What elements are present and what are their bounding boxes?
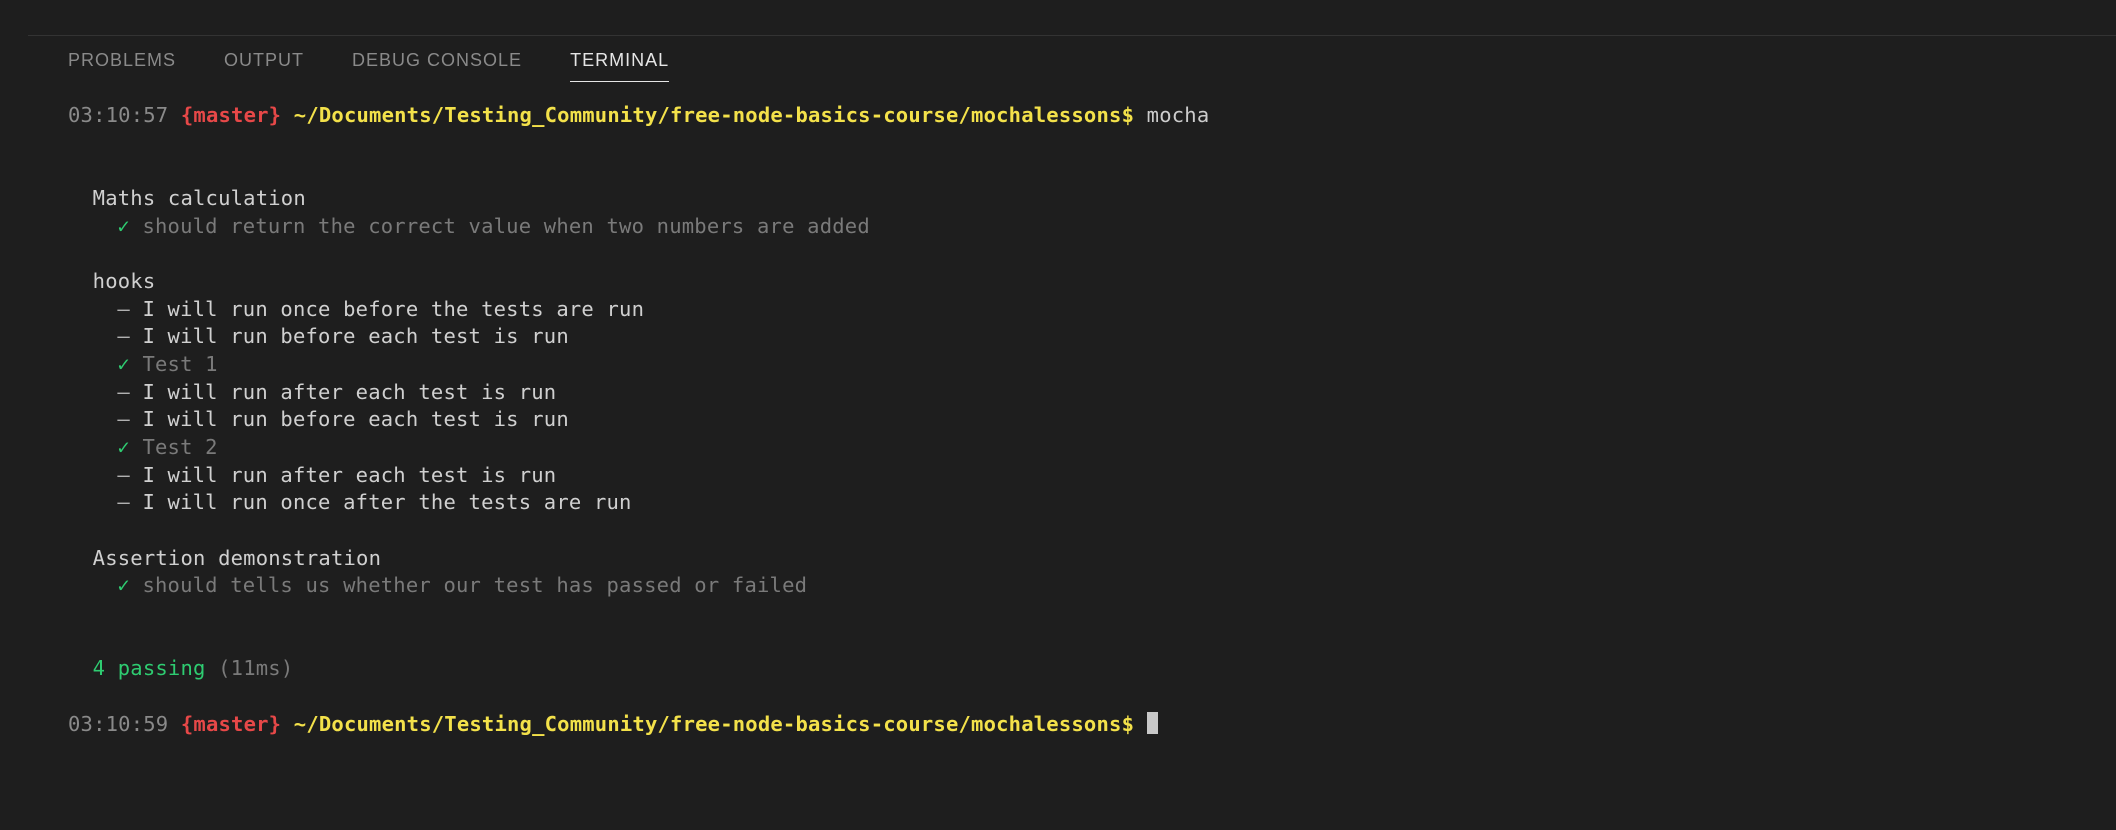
test-name: Test 2 xyxy=(142,435,217,459)
hook-message: I will run before each test is run xyxy=(142,324,568,348)
prompt-time: 03:10:57 xyxy=(68,103,168,127)
panel-top-border xyxy=(28,0,2116,36)
bottom-panel: PROBLEMS OUTPUT DEBUG CONSOLE TERMINAL 0… xyxy=(28,0,2116,830)
dash-icon: – xyxy=(117,407,130,431)
tab-output[interactable]: OUTPUT xyxy=(224,50,304,81)
dash-icon: – xyxy=(117,297,130,321)
hook-message: I will run after each test is run xyxy=(142,463,556,487)
hook-message: I will run before each test is run xyxy=(142,407,568,431)
prompt-branch: {master} xyxy=(181,103,281,127)
suite-title: hooks xyxy=(93,269,156,293)
suite-title: Maths calculation xyxy=(93,186,306,210)
tab-problems[interactable]: PROBLEMS xyxy=(68,50,176,81)
test-name: Test 1 xyxy=(142,352,217,376)
check-icon: ✓ xyxy=(117,435,130,459)
prompt-time: 03:10:59 xyxy=(68,712,168,736)
prompt-path: ~/Documents/Testing_Community/free-node-… xyxy=(294,712,1122,736)
hook-message: I will run once before the tests are run xyxy=(142,297,644,321)
test-name: should return the correct value when two… xyxy=(142,214,869,238)
summary-count: 4 xyxy=(93,656,106,680)
dash-icon: – xyxy=(117,380,130,404)
summary-timing: (11ms) xyxy=(218,656,293,680)
hook-message: I will run after each test is run xyxy=(142,380,556,404)
terminal-output[interactable]: 03:10:57 {master} ~/Documents/Testing_Co… xyxy=(28,96,2116,738)
prompt-branch: {master} xyxy=(181,712,281,736)
tab-terminal[interactable]: TERMINAL xyxy=(570,50,669,82)
cursor-icon xyxy=(1147,712,1158,734)
panel-tabs: PROBLEMS OUTPUT DEBUG CONSOLE TERMINAL xyxy=(28,36,2116,96)
check-icon: ✓ xyxy=(117,573,130,597)
prompt-dollar: $ xyxy=(1122,103,1135,127)
test-name: should tells us whether our test has pas… xyxy=(142,573,807,597)
activity-bar-gutter xyxy=(0,0,28,830)
tab-debug-console[interactable]: DEBUG CONSOLE xyxy=(352,50,522,81)
suite-title: Assertion demonstration xyxy=(93,546,381,570)
dash-icon: – xyxy=(117,490,130,514)
check-icon: ✓ xyxy=(117,214,130,238)
dash-icon: – xyxy=(117,324,130,348)
prompt-dollar: $ xyxy=(1122,712,1135,736)
prompt-path: ~/Documents/Testing_Community/free-node-… xyxy=(294,103,1122,127)
dash-icon: – xyxy=(117,463,130,487)
hook-message: I will run once after the tests are run xyxy=(142,490,631,514)
prompt-command: mocha xyxy=(1147,103,1210,127)
check-icon: ✓ xyxy=(117,352,130,376)
summary-label: passing xyxy=(118,656,206,680)
